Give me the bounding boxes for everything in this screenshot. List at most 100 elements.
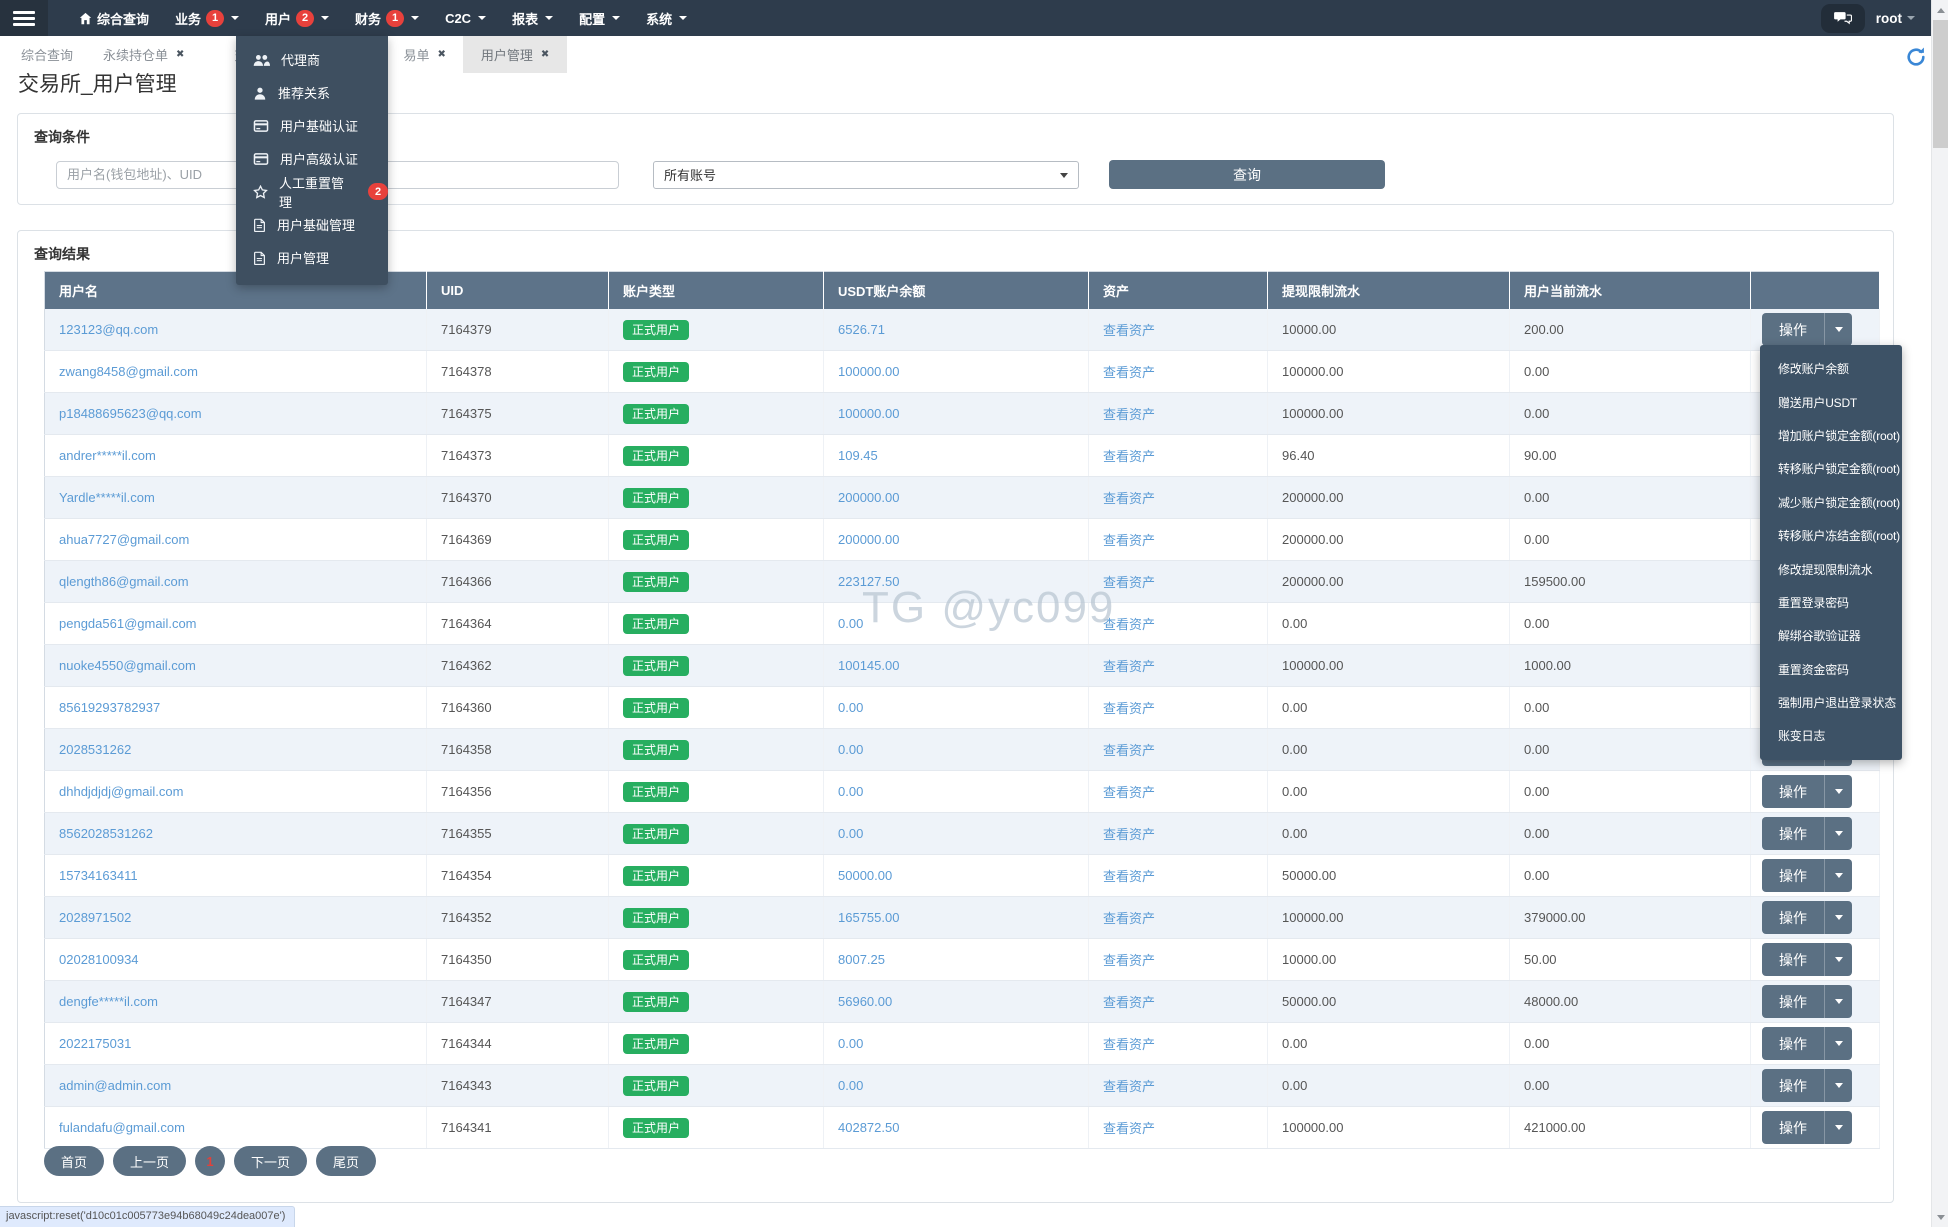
- view-assets-link[interactable]: 查看资产: [1103, 533, 1155, 548]
- action-menu-item-减少账户锁定金额(root)[interactable]: 减少账户锁定金额(root): [1760, 486, 1902, 519]
- row-action-label[interactable]: 操作: [1762, 859, 1824, 892]
- usdt-balance-link[interactable]: 100145.00: [838, 658, 899, 673]
- tab-用户管理[interactable]: 用户管理 ✖: [462, 36, 568, 73]
- usdt-balance-link[interactable]: 0.00: [838, 826, 863, 841]
- row-action-label[interactable]: 操作: [1762, 1111, 1824, 1144]
- view-assets-link[interactable]: 查看资产: [1103, 911, 1155, 926]
- username-link[interactable]: 85619293782937: [59, 700, 160, 715]
- row-action-label[interactable]: 操作: [1762, 901, 1824, 934]
- username-link[interactable]: andrer*****il.com: [59, 448, 156, 463]
- hamburger-menu-button[interactable]: [0, 0, 48, 36]
- row-action-label[interactable]: 操作: [1762, 775, 1824, 808]
- row-action-dropdown-toggle[interactable]: [1824, 817, 1852, 850]
- view-assets-link[interactable]: 查看资产: [1103, 1037, 1155, 1052]
- nav-item-综合查询[interactable]: 综合查询: [66, 0, 162, 36]
- usdt-balance-link[interactable]: 109.45: [838, 448, 878, 463]
- action-menu-item-账变日志[interactable]: 账变日志: [1760, 719, 1902, 752]
- view-assets-link[interactable]: 查看资产: [1103, 701, 1155, 716]
- pagination-first-button[interactable]: 首页: [44, 1146, 105, 1176]
- view-assets-link[interactable]: 查看资产: [1103, 827, 1155, 842]
- view-assets-link[interactable]: 查看资产: [1103, 869, 1155, 884]
- username-link[interactable]: ahua7727@gmail.com: [59, 532, 189, 547]
- search-button[interactable]: 查询: [1109, 160, 1385, 189]
- menu-item-用户基础管理[interactable]: 用户基础管理: [236, 208, 388, 241]
- row-action-label[interactable]: 操作: [1762, 1027, 1824, 1060]
- row-action-button[interactable]: 操作: [1762, 859, 1852, 892]
- nav-item-C2C[interactable]: C2C: [432, 0, 499, 36]
- pagination-last-button[interactable]: 尾页: [316, 1146, 377, 1176]
- account-type-select[interactable]: 所有账号: [653, 160, 1079, 189]
- username-link[interactable]: nuoke4550@gmail.com: [59, 658, 196, 673]
- nav-item-系统[interactable]: 系统: [633, 0, 700, 36]
- row-action-button[interactable]: 操作: [1762, 313, 1852, 346]
- usdt-balance-link[interactable]: 100000.00: [838, 364, 899, 379]
- usdt-balance-link[interactable]: 0.00: [838, 784, 863, 799]
- row-action-label[interactable]: 操作: [1762, 313, 1824, 346]
- usdt-balance-link[interactable]: 200000.00: [838, 532, 899, 547]
- action-menu-item-重置登录密码[interactable]: 重置登录密码: [1760, 586, 1902, 619]
- menu-item-用户基础认证[interactable]: 用户基础认证: [236, 109, 388, 142]
- username-link[interactable]: admin@admin.com: [59, 1078, 171, 1093]
- action-menu-item-重置资金密码[interactable]: 重置资金密码: [1760, 653, 1902, 686]
- action-menu-item-赠送用户USDT[interactable]: 赠送用户USDT: [1760, 385, 1902, 418]
- nav-item-业务[interactable]: 业务 1: [162, 0, 252, 36]
- username-link[interactable]: pengda561@gmail.com: [59, 616, 197, 631]
- row-action-dropdown-toggle[interactable]: [1824, 1069, 1852, 1102]
- scroll-down-arrow-icon[interactable]: [1932, 1209, 1948, 1226]
- usdt-balance-link[interactable]: 100000.00: [838, 406, 899, 421]
- action-menu-item-修改账户余额[interactable]: 修改账户余额: [1760, 352, 1902, 385]
- usdt-balance-link[interactable]: 200000.00: [838, 490, 899, 505]
- username-link[interactable]: fulandafu@gmail.com: [59, 1120, 185, 1135]
- username-link[interactable]: 123123@qq.com: [59, 322, 158, 337]
- username-link[interactable]: 8562028531262: [59, 826, 153, 841]
- view-assets-link[interactable]: 查看资产: [1103, 1079, 1155, 1094]
- row-action-button[interactable]: 操作: [1762, 985, 1852, 1018]
- action-menu-item-修改提现限制流水[interactable]: 修改提现限制流水: [1760, 552, 1902, 585]
- row-action-button[interactable]: 操作: [1762, 943, 1852, 976]
- usdt-balance-link[interactable]: 50000.00: [838, 868, 892, 883]
- messages-button[interactable]: [1820, 3, 1865, 33]
- usdt-balance-link[interactable]: 0.00: [838, 616, 863, 631]
- view-assets-link[interactable]: 查看资产: [1103, 617, 1155, 632]
- usdt-balance-link[interactable]: 56960.00: [838, 994, 892, 1009]
- view-assets-link[interactable]: 查看资产: [1103, 785, 1155, 800]
- row-action-label[interactable]: 操作: [1762, 817, 1824, 850]
- username-link[interactable]: p18488695623@qq.com: [59, 406, 202, 421]
- action-menu-item-增加账户锁定金额(root)[interactable]: 增加账户锁定金额(root): [1760, 419, 1902, 452]
- action-menu-item-解绑谷歌验证器[interactable]: 解绑谷歌验证器: [1760, 619, 1902, 652]
- view-assets-link[interactable]: 查看资产: [1103, 407, 1155, 422]
- nav-item-报表[interactable]: 报表: [499, 0, 566, 36]
- view-assets-link[interactable]: 查看资产: [1103, 575, 1155, 590]
- refresh-button[interactable]: [1904, 45, 1928, 69]
- usdt-balance-link[interactable]: 223127.50: [838, 574, 899, 589]
- row-action-button[interactable]: 操作: [1762, 817, 1852, 850]
- row-action-dropdown-toggle[interactable]: [1824, 985, 1852, 1018]
- row-action-label[interactable]: 操作: [1762, 985, 1824, 1018]
- scrollbar-thumb[interactable]: [1933, 20, 1948, 148]
- usdt-balance-link[interactable]: 0.00: [838, 742, 863, 757]
- row-action-dropdown-toggle[interactable]: [1824, 1111, 1852, 1144]
- menu-item-人工重置管理[interactable]: 人工重置管理 2: [236, 175, 388, 210]
- username-link[interactable]: 2028531262: [59, 742, 131, 757]
- pagination-prev-button[interactable]: 上一页: [113, 1146, 187, 1176]
- view-assets-link[interactable]: 查看资产: [1103, 743, 1155, 758]
- username-link[interactable]: dengfe*****il.com: [59, 994, 158, 1009]
- username-link[interactable]: dhhdjdjdj@gmail.com: [59, 784, 183, 799]
- nav-item-财务[interactable]: 财务 1: [342, 0, 432, 36]
- view-assets-link[interactable]: 查看资产: [1103, 659, 1155, 674]
- row-action-dropdown-toggle[interactable]: [1824, 859, 1852, 892]
- menu-item-推荐关系[interactable]: 推荐关系: [236, 76, 388, 109]
- row-action-dropdown-toggle[interactable]: [1824, 775, 1852, 808]
- view-assets-link[interactable]: 查看资产: [1103, 953, 1155, 968]
- nav-item-配置[interactable]: 配置: [566, 0, 633, 36]
- vertical-scrollbar[interactable]: [1931, 0, 1948, 1227]
- username-link[interactable]: zwang8458@gmail.com: [59, 364, 198, 379]
- view-assets-link[interactable]: 查看资产: [1103, 449, 1155, 464]
- row-action-dropdown-toggle[interactable]: [1824, 1027, 1852, 1060]
- pagination-next-button[interactable]: 下一页: [234, 1146, 308, 1176]
- nav-item-用户[interactable]: 用户 2: [252, 0, 342, 36]
- action-menu-item-转移账户锁定金额(root)[interactable]: 转移账户锁定金额(root): [1760, 452, 1902, 485]
- usdt-balance-link[interactable]: 0.00: [838, 1078, 863, 1093]
- row-action-dropdown-toggle[interactable]: [1824, 313, 1852, 346]
- pagination-current-page[interactable]: 1: [195, 1146, 226, 1176]
